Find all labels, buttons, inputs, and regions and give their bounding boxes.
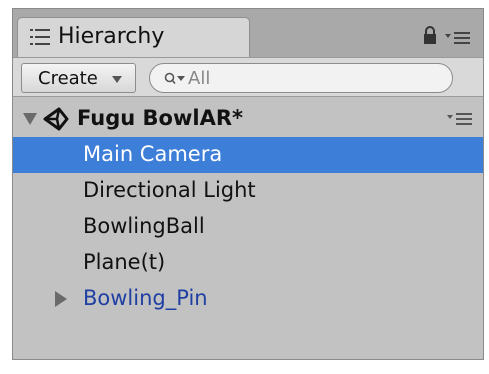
item-label: Plane(t) (83, 250, 166, 274)
options-menu-icon[interactable] (445, 31, 471, 45)
item-label: BowlingBall (83, 214, 205, 238)
search-input[interactable] (188, 66, 428, 90)
hierarchy-item-bowling-pin[interactable]: Bowling_Pin (13, 281, 483, 317)
list-icon (30, 29, 50, 45)
tab-hierarchy[interactable]: Hierarchy (17, 17, 250, 57)
hierarchy-item-main-camera[interactable]: Main Camera (13, 137, 483, 173)
scene-row[interactable]: Fugu BowlAR* (13, 101, 483, 137)
create-dropdown-button[interactable]: Create (21, 63, 136, 93)
tab-label: Hierarchy (58, 24, 165, 49)
unity-logo-icon (43, 107, 69, 131)
chevron-down-icon (112, 76, 122, 83)
hierarchy-panel: Hierarchy Create All Fugu BowlAR* Main C… (12, 8, 484, 360)
tab-strip: Hierarchy (13, 9, 483, 57)
item-label: Bowling_Pin (83, 286, 208, 310)
scene-name: Fugu BowlAR* (77, 106, 243, 130)
item-label: Directional Light (83, 178, 256, 202)
lock-icon[interactable] (423, 25, 437, 45)
item-label: Main Camera (83, 142, 223, 166)
expand-arrow-icon[interactable] (23, 113, 37, 125)
create-label: Create (38, 68, 98, 89)
hierarchy-item-bowlingball[interactable]: BowlingBall (13, 209, 483, 245)
options-menu-icon[interactable] (447, 112, 473, 126)
search-box[interactable] (149, 63, 453, 93)
expand-arrow-icon[interactable] (55, 291, 67, 307)
search-icon (164, 72, 185, 85)
hierarchy-item-directional-light[interactable]: Directional Light (13, 173, 483, 209)
hierarchy-item-plane[interactable]: Plane(t) (13, 245, 483, 281)
hierarchy-toolbar: Create (13, 57, 483, 97)
